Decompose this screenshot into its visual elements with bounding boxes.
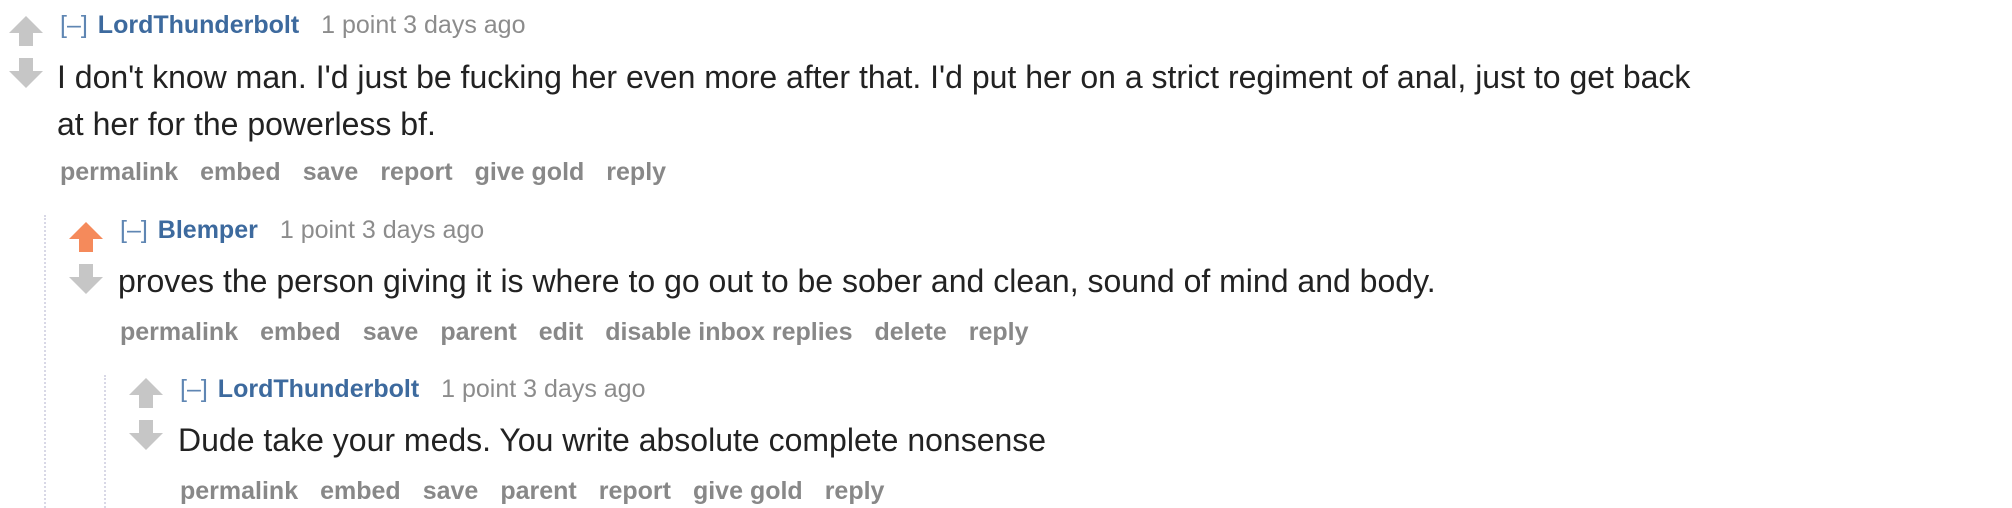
comment-tagline: [–] LordThunderbolt 1 point 3 days ago xyxy=(180,374,645,404)
save-button[interactable]: save xyxy=(423,477,479,505)
comment-3: [–] LordThunderbolt 1 point 3 days ago Dud… xyxy=(0,0,2012,508)
comment-body-line: Dude take your meds. You write absolute … xyxy=(178,422,1047,458)
author-link[interactable]: LordThunderbolt xyxy=(218,375,419,403)
timestamp: 3 days ago xyxy=(523,375,646,403)
give-gold-button[interactable]: give gold xyxy=(693,477,803,505)
comment-buttons: permalink embed save parent report give gold r… xyxy=(180,476,906,506)
downvote-arrow-icon[interactable] xyxy=(126,418,166,452)
parent-button[interactable]: parent xyxy=(500,477,576,505)
score-text: 1 point xyxy=(441,375,517,403)
permalink-button[interactable]: permalink xyxy=(180,477,298,505)
embed-button[interactable]: embed xyxy=(320,477,401,505)
upvote-arrow-icon[interactable] xyxy=(126,376,166,410)
reply-button[interactable]: reply xyxy=(825,477,885,505)
collapse-toggle[interactable]: [–] xyxy=(180,375,208,403)
report-button[interactable]: report xyxy=(599,477,671,505)
